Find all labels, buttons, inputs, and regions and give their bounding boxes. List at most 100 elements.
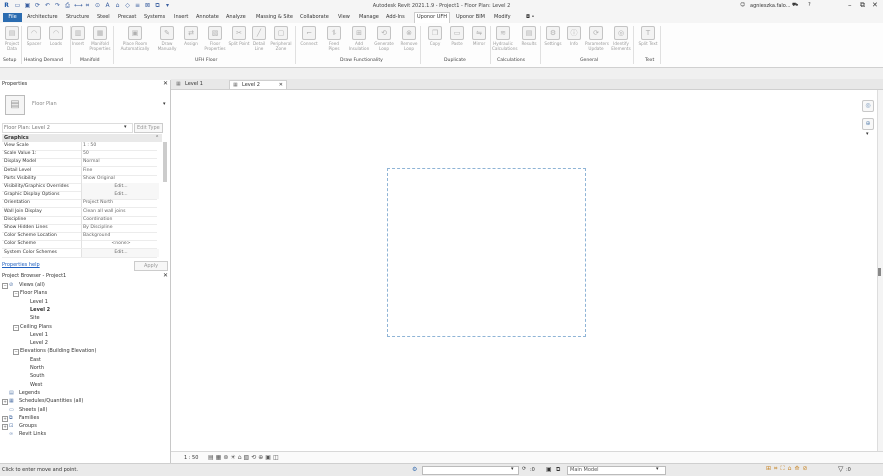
assign-button[interactable]: ⇄ Assign [180,26,202,46]
ribbon-tab-modify[interactable]: Modify [492,13,513,22]
expand-icon[interactable]: + [2,424,8,431]
info-button[interactable]: ⓘ Info [563,26,585,46]
peripheral-zone-button[interactable]: ▢ Peripheral Zone [270,26,292,51]
tree-item-west[interactable]: West [30,382,42,388]
ribbon-tab-insert[interactable]: Insert [172,13,190,22]
tree-item-south[interactable]: South [30,373,45,379]
split-point-button[interactable]: ✂ Split Point [228,26,250,46]
ribbon-tab-manage[interactable]: Manage [357,13,381,22]
ribbon-tab-more[interactable]: ◘ • [524,13,537,22]
minimize-icon[interactable]: – [848,1,852,9]
ribbon-tab-systems[interactable]: Systems [142,13,167,22]
tree-item-east[interactable]: East [30,357,41,363]
tree-item-legends[interactable]: Legends [19,390,40,396]
property-value[interactable]: Clean all wall joins [81,207,159,216]
property-edit-button[interactable]: Edit... [81,183,159,191]
floor-properties-button[interactable]: ▧ Floor Properties [204,26,226,51]
apply-button[interactable]: Apply [134,261,168,271]
settings-button[interactable]: ⚙ Settings [542,26,564,46]
property-value[interactable]: 1 : 50 [81,142,159,150]
collapse-icon[interactable]: − [13,291,19,298]
close-browser-icon[interactable]: ✕ [163,272,168,279]
generate-loop-button[interactable]: ⟲ Generate Loop [373,26,395,51]
project-data-button[interactable]: ▤ Project Data [1,26,23,51]
ribbon-tab-file[interactable]: File [3,13,22,22]
crop-region[interactable] [387,168,586,337]
design-option-dropdown[interactable]: Main Model [567,466,666,475]
detail-line-button[interactable]: ╱ Detail Line [248,26,270,51]
properties-help-link[interactable]: Properties help [2,262,40,268]
property-value[interactable]: Fine [81,166,159,175]
spacer-button[interactable]: ◠ Spacer [23,26,45,46]
ribbon-tab-analyze[interactable]: Analyze [224,13,248,22]
tree-item-north[interactable]: North [30,365,44,371]
collapse-icon[interactable]: − [13,324,19,331]
exclude-options-icon[interactable]: ⧉ [556,466,560,474]
view-control-icons[interactable]: ▤▦⊛☀⌂▧⟲⊕▣◫ [208,454,281,461]
ribbon-tab-annotate[interactable]: Annotate [194,13,221,22]
instance-selector[interactable]: Floor Plan: Level 2 [2,123,133,133]
copy-button[interactable]: ❐ Copy [424,26,446,46]
workset-dropdown[interactable] [422,466,519,475]
ribbon-tab-view[interactable]: View [336,13,352,22]
property-edit-button[interactable]: Edit... [81,248,159,257]
place-room-automatically-button[interactable]: ▣ Place Room Automatically [116,26,154,51]
ribbon-tab-structure[interactable]: Structure [64,13,91,22]
loads-button[interactable]: ◠ Loads [45,26,67,46]
workset-dropdown-icon[interactable]: ▾ [511,466,514,472]
selector-dropdown-icon[interactable]: ▾ [124,124,127,130]
tree-item-level-1[interactable]: Level 1 [30,332,48,338]
property-value[interactable]: Show Original [81,174,159,183]
properties-scrollbar[interactable] [163,142,167,182]
view-scale[interactable]: 1 : 50 [184,455,198,461]
add-insulation-button[interactable]: ⊞ Add Insulation [348,26,370,51]
parameters-update-button[interactable]: ⟳ Parameters Update [585,26,609,51]
user-icon[interactable]: ☺ [740,2,745,8]
tree-item-level-2[interactable]: Level 2 [30,307,50,313]
filter-icon[interactable]: ▽ [838,465,843,473]
help-icon[interactable]: ? [808,2,811,8]
tree-item-views-all[interactable]: Views (all) [19,282,45,288]
tree-item-floor-plans[interactable]: Floor Plans [20,290,47,296]
tree-item-families[interactable]: Families [19,415,39,421]
ribbon-tab-uponor-bim[interactable]: Uponor BIM [454,13,487,22]
tree-item-schedules-quantities-all[interactable]: Schedules/Quantities (all) [19,398,83,404]
graphics-section[interactable]: Graphics [2,134,162,142]
collapse-section-icon[interactable]: ⌃ [155,135,159,141]
close-properties-icon[interactable]: ✕ [163,80,168,87]
close-view-tab-icon[interactable]: ✕ [279,81,283,90]
type-name[interactable]: Floor Plan [32,101,57,107]
remove-loop-button[interactable]: ⊗ Remove Loop [398,26,420,51]
tree-item-level-2[interactable]: Level 2 [30,340,48,346]
property-value[interactable]: Normal [81,158,159,167]
ribbon-tab-uponor-ufh[interactable]: Uponor UFH [414,12,451,23]
property-value[interactable]: Background [81,232,159,241]
worksets-icon[interactable]: ⚙ [412,466,417,473]
selection-toggle-icons[interactable]: ⊞⌗⛶⌂⟰⊘ [766,465,810,473]
manifold-properties-button[interactable]: ▦ Manifold Properties [89,26,111,51]
view-cube-icon[interactable]: ◎ [862,100,874,112]
user-name[interactable]: agnieszka.falo... [750,3,791,9]
collapse-icon[interactable]: − [13,349,19,356]
tree-item-level-1[interactable]: Level 1 [30,299,48,305]
property-edit-button[interactable]: Edit... [81,191,159,200]
tree-item-sheets-all[interactable]: Sheets (all) [19,407,47,413]
property-value[interactable]: Project North [81,199,159,208]
navbar-menu-icon[interactable]: ▾ [866,131,869,137]
editable-only-icon[interactable]: ⟳ [522,466,526,472]
results-button[interactable]: ▤ Results [518,26,540,46]
tree-item-groups[interactable]: Groups [19,423,37,429]
zoom-icon[interactable]: ⊕ [862,118,874,130]
identify-elements-button[interactable]: ◎ Identify Elements [610,26,632,51]
draw-manually-button[interactable]: ✎ Draw Manually [156,26,178,51]
view-tab-level-2[interactable]: ▦ Level 2 ✕ [229,80,287,89]
model-dropdown-icon[interactable]: ▾ [656,466,659,472]
restore-icon[interactable]: ⧉ [860,1,865,10]
property-value[interactable]: <none> [81,240,159,249]
property-value[interactable]: By Discipline [81,224,159,232]
ribbon-tab-architecture[interactable]: Architecture [25,13,60,22]
paste-button[interactable]: ▭ Paste [446,26,468,46]
mirror-button[interactable]: ⇋ Mirror [468,26,490,46]
cart-icon[interactable]: ⛟ [792,2,798,9]
ribbon-tab-precast[interactable]: Precast [116,13,138,22]
